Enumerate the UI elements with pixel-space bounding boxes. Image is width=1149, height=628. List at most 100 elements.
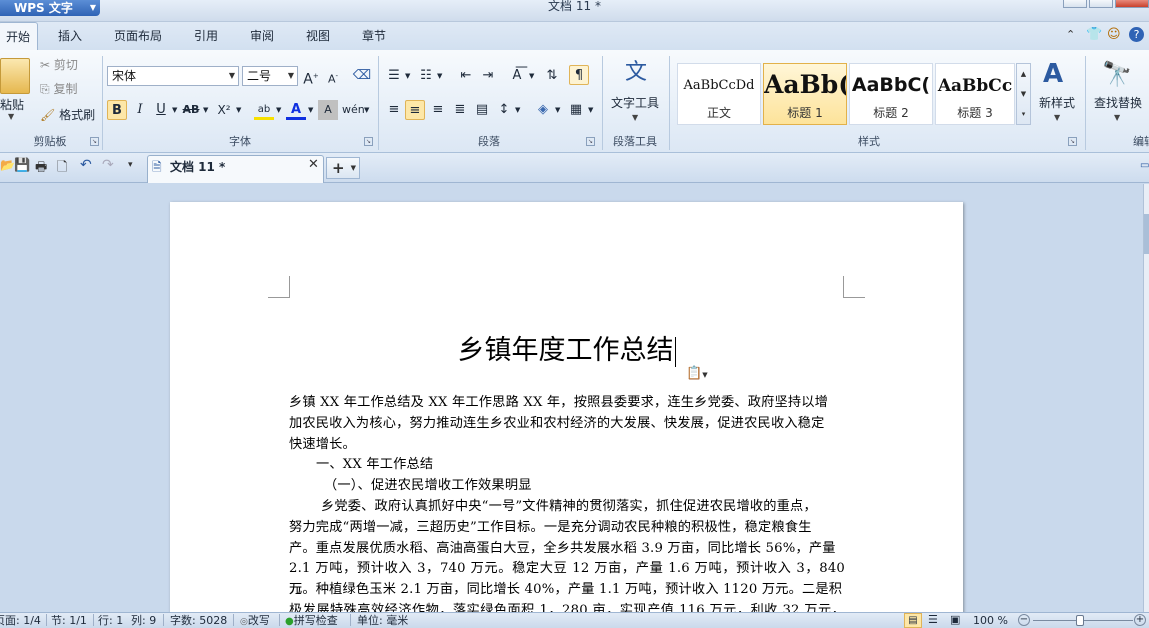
shrink-font-button[interactable]: A-: [323, 66, 343, 86]
new-tab-button[interactable]: + ▼: [326, 157, 360, 179]
chevron-down-icon[interactable]: ▼: [308, 106, 313, 114]
format-painter-button[interactable]: 🖌 格式刷: [40, 106, 95, 124]
maximize-button[interactable]: [1089, 0, 1113, 8]
sort-icon[interactable]: ⇅: [542, 66, 562, 86]
spell-check-toggle[interactable]: ●拼写检查: [285, 613, 338, 628]
open-folder-icon[interactable]: 📂: [0, 158, 15, 172]
window-layout-icon[interactable]: ▭: [1140, 160, 1149, 171]
zoom-slider-thumb[interactable]: [1076, 615, 1084, 626]
chevron-down-icon[interactable]: ▼: [1054, 113, 1060, 122]
chinese-layout-icon[interactable]: A͞: [507, 66, 527, 86]
new-style-icon[interactable]: A: [1043, 58, 1063, 90]
chevron-down-icon[interactable]: ▼: [203, 106, 208, 114]
font-launcher-icon[interactable]: ↘: [364, 137, 373, 146]
save-icon[interactable]: 💾: [14, 158, 30, 173]
styles-scroll[interactable]: ▲ ▼ ▾: [1016, 63, 1031, 125]
styles-launcher-icon[interactable]: ↘: [1068, 137, 1077, 146]
more-styles-icon[interactable]: ▾: [1017, 104, 1030, 124]
tab-review[interactable]: 审阅: [242, 22, 282, 50]
new-style-button[interactable]: 新样式: [1039, 94, 1075, 112]
justify-icon[interactable]: ≣: [450, 100, 470, 120]
style-normal[interactable]: AaBbCcDd 正文: [677, 63, 761, 125]
vertical-scrollbar[interactable]: [1143, 184, 1149, 612]
bold-button[interactable]: B: [107, 100, 127, 120]
increase-indent-icon[interactable]: ⇥: [478, 66, 498, 86]
document-heading[interactable]: 乡镇年度工作总结: [170, 328, 963, 367]
print-preview-icon[interactable]: 🗋: [57, 158, 67, 180]
print-icon[interactable]: 🖶: [35, 158, 47, 180]
find-replace-button[interactable]: 查找替换: [1094, 94, 1142, 112]
tab-view[interactable]: 视图: [298, 22, 338, 50]
chevron-down-icon[interactable]: ▼: [8, 112, 14, 121]
binoculars-icon[interactable]: 🔭: [1102, 58, 1132, 90]
superscript-button[interactable]: X²: [214, 100, 234, 120]
style-heading-2[interactable]: AaBbC(标题 2: [849, 63, 933, 125]
chevron-down-icon[interactable]: ▼: [172, 106, 177, 114]
chevron-down-icon[interactable]: ▼: [1017, 84, 1030, 104]
undo-icon[interactable]: ↶: [80, 157, 92, 173]
font-name-select[interactable]: 宋体 ▼: [107, 66, 239, 86]
tab-page-layout[interactable]: 页面布局: [106, 22, 170, 50]
help-icon[interactable]: ?: [1129, 27, 1144, 42]
close-window-button[interactable]: [1115, 0, 1149, 8]
align-center-icon[interactable]: ≡: [405, 100, 425, 120]
close-tab-icon[interactable]: ✕: [308, 157, 319, 172]
clipboard-launcher-icon[interactable]: ↘: [90, 137, 99, 146]
show-marks-icon[interactable]: ¶: [569, 65, 589, 85]
char-shading-icon[interactable]: A: [318, 100, 338, 120]
bullet-list-icon[interactable]: ☰: [384, 66, 404, 86]
highlight-icon[interactable]: ab: [254, 100, 274, 120]
minimize-button[interactable]: [1063, 0, 1087, 8]
cut-button[interactable]: ✂ 剪切: [40, 56, 78, 74]
scroll-thumb[interactable]: [1144, 214, 1149, 254]
chevron-up-icon[interactable]: ▲: [1017, 64, 1030, 84]
chevron-down-icon[interactable]: ▼: [529, 72, 534, 80]
paragraph-shading-icon[interactable]: ◈: [533, 100, 553, 120]
clear-format-icon[interactable]: ⌫: [352, 66, 372, 86]
outline-view-icon[interactable]: ☰: [928, 613, 938, 626]
chevron-down-icon[interactable]: ▼: [405, 72, 410, 80]
line-spacing-icon[interactable]: ↕: [494, 100, 514, 120]
distribute-icon[interactable]: ▤: [472, 100, 492, 120]
zoom-level[interactable]: 100 %: [973, 613, 1008, 628]
status-word-count[interactable]: 字数: 5028: [170, 613, 227, 628]
zoom-in-icon[interactable]: +: [1134, 614, 1146, 626]
style-heading-1[interactable]: AaBb(标题 1: [763, 63, 847, 125]
page-view-icon[interactable]: ▤: [904, 613, 922, 628]
text-tools-button[interactable]: 文字工具: [611, 94, 659, 112]
chevron-down-icon[interactable]: ▼: [588, 106, 593, 114]
chevron-down-icon[interactable]: ▼: [364, 106, 369, 114]
zoom-out-icon[interactable]: −: [1018, 614, 1030, 626]
tab-insert[interactable]: 插入: [50, 22, 90, 50]
align-right-icon[interactable]: ≡: [428, 100, 448, 120]
user-icon[interactable]: ☺: [1107, 27, 1121, 42]
status-unit[interactable]: 单位: 毫米: [357, 613, 408, 628]
font-size-select[interactable]: 二号 ▼: [242, 66, 298, 86]
align-left-icon[interactable]: ≡: [384, 100, 404, 120]
redo-icon[interactable]: ↷: [102, 157, 114, 173]
numbered-list-icon[interactable]: ☷: [416, 66, 436, 86]
chevron-down-icon[interactable]: ▼: [276, 106, 281, 114]
chevron-down-icon[interactable]: ▼: [515, 106, 520, 114]
chevron-down-icon[interactable]: ▼: [437, 72, 442, 80]
chevron-down-icon[interactable]: ▼: [236, 106, 241, 114]
paste-options-icon[interactable]: 📋▼: [686, 366, 708, 381]
customize-qat-icon[interactable]: ▾: [128, 160, 133, 170]
decrease-indent-icon[interactable]: ⇤: [456, 66, 476, 86]
document-page[interactable]: 乡镇年度工作总结 📋▼ 乡镇 XX 年工作总结及 XX 年工作思路 XX 年，按…: [170, 202, 963, 622]
copy-button[interactable]: ⎘ 复制: [40, 80, 77, 98]
chevron-down-icon[interactable]: ▼: [632, 113, 638, 122]
chevron-down-icon[interactable]: ▼: [555, 106, 560, 114]
status-page[interactable]: 页面: 1/4: [0, 613, 41, 628]
italic-button[interactable]: I: [130, 100, 150, 120]
grow-font-button[interactable]: A+: [301, 66, 321, 88]
collapse-ribbon-icon[interactable]: ⌃: [1066, 28, 1075, 41]
text-tools-icon[interactable]: 文: [619, 56, 653, 90]
overwrite-toggle[interactable]: ◎改写: [240, 613, 270, 628]
chevron-down-icon[interactable]: ▼: [1114, 113, 1120, 122]
phonetic-guide-icon[interactable]: wén: [342, 100, 365, 120]
strikethrough-button[interactable]: AB: [181, 100, 201, 120]
paragraph-launcher-icon[interactable]: ↘: [586, 137, 595, 146]
tab-references[interactable]: 引用: [186, 22, 226, 50]
underline-button[interactable]: U: [151, 100, 171, 120]
